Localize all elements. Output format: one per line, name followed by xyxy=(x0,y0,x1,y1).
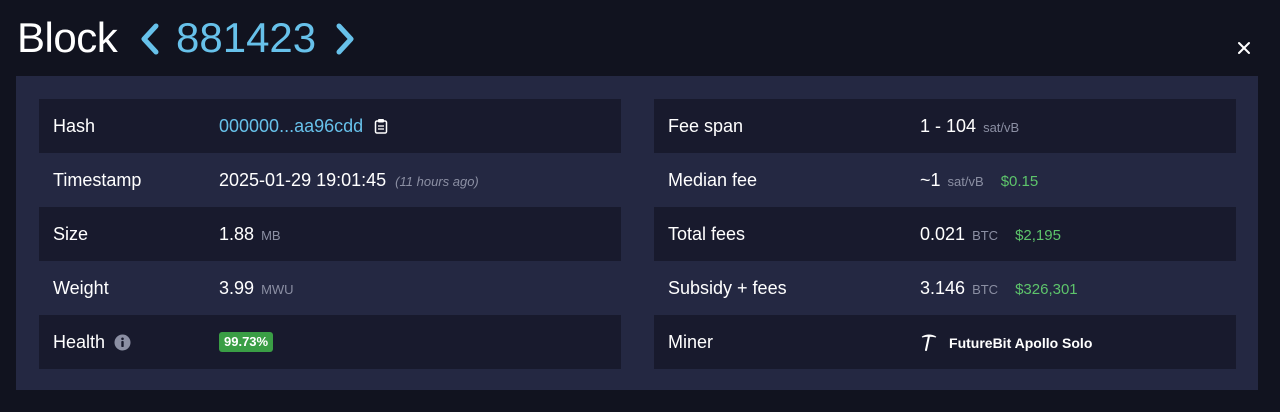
size-value-wrap: 1.88 MB xyxy=(219,207,281,261)
timestamp-label: Timestamp xyxy=(53,170,142,190)
total-fees-unit: BTC xyxy=(972,228,999,243)
subsidy-fees-label: Subsidy + fees xyxy=(668,278,787,298)
total-fees-label: Total fees xyxy=(668,224,746,244)
health-value-wrap: 99.73% xyxy=(219,315,274,369)
timestamp-row: Timestamp 2025-01-29 19:01:45 (11 hours … xyxy=(39,153,621,207)
page-title: Block xyxy=(17,14,118,61)
hash-link[interactable]: 000000...aa96cdd xyxy=(219,116,363,136)
median-fee-usd: $0.15 xyxy=(1000,173,1039,190)
subsidy-fees-usd: $326,301 xyxy=(1015,281,1078,298)
total-fees-usd: $2,195 xyxy=(1015,227,1061,244)
median-fee-label: Median fee xyxy=(668,170,758,190)
size-row: Size 1.88 MB xyxy=(39,207,621,261)
size-unit: MB xyxy=(261,228,281,243)
timestamp-value-wrap: 2025-01-29 19:01:45 (11 hours ago) xyxy=(219,153,479,207)
timestamp-relative: (11 hours ago) xyxy=(395,174,479,189)
miner-row: Miner FutureBit Apollo Solo xyxy=(654,315,1236,369)
weight-unit: MWU xyxy=(261,282,294,297)
chevron-left-icon[interactable] xyxy=(137,22,163,56)
info-icon[interactable] xyxy=(114,334,131,351)
clipboard-icon[interactable] xyxy=(374,118,388,134)
weight-value: 3.99 xyxy=(219,278,255,298)
subsidy-fees-value-wrap: 3.146 BTC $326,301 xyxy=(920,261,1078,315)
median-fee-unit: sat/vB xyxy=(947,174,984,189)
health-row: Health 99.73% xyxy=(39,315,621,369)
health-badge: 99.73% xyxy=(219,332,274,353)
total-fees-value-wrap: 0.021 BTC $2,195 xyxy=(920,207,1061,261)
median-fee-row: Median fee ~1 sat/vB $0.15 xyxy=(654,153,1236,207)
pickaxe-icon xyxy=(921,334,937,351)
size-value: 1.88 xyxy=(219,224,255,244)
subsidy-fees-value: 3.146 xyxy=(920,278,966,298)
fee-span-unit: sat/vB xyxy=(983,120,1020,135)
subsidy-fees-row: Subsidy + fees 3.146 BTC $326,301 xyxy=(654,261,1236,315)
size-label: Size xyxy=(53,224,89,244)
miner-name[interactable]: FutureBit Apollo Solo xyxy=(949,335,1092,351)
total-fees-value: 0.021 xyxy=(920,224,966,244)
subsidy-fees-unit: BTC xyxy=(972,282,999,297)
health-label: Health xyxy=(53,332,106,352)
chevron-right-icon[interactable] xyxy=(332,22,358,56)
details-left-column: Hash 000000...aa96cdd Timestamp 2025-01-… xyxy=(39,99,621,369)
weight-value-wrap: 3.99 MWU xyxy=(219,261,294,315)
fee-span-value-wrap: 1 - 104 sat/vB xyxy=(920,99,1019,153)
fee-span-value: 1 - 104 xyxy=(920,116,977,136)
median-fee-value: ~1 xyxy=(920,170,941,190)
miner-label: Miner xyxy=(668,332,714,352)
timestamp-value: 2025-01-29 19:01:45 xyxy=(219,170,387,190)
weight-label: Weight xyxy=(53,278,109,298)
block-header: Block 881423 xyxy=(0,0,1280,76)
fee-span-label: Fee span xyxy=(668,116,744,136)
weight-row: Weight 3.99 MWU xyxy=(39,261,621,315)
total-fees-row: Total fees 0.021 BTC $2,195 xyxy=(654,207,1236,261)
close-icon[interactable] xyxy=(1234,38,1254,58)
block-number: 881423 xyxy=(176,14,317,61)
miner-value-wrap[interactable]: FutureBit Apollo Solo xyxy=(920,315,1092,369)
block-details-panel: Hash 000000...aa96cdd Timestamp 2025-01-… xyxy=(16,76,1258,390)
hash-value-wrap: 000000...aa96cdd xyxy=(219,99,388,153)
details-right-column: Fee span 1 - 104 sat/vB Median fee ~1 sa… xyxy=(654,99,1236,369)
hash-label: Hash xyxy=(53,116,96,136)
fee-span-row: Fee span 1 - 104 sat/vB xyxy=(654,99,1236,153)
hash-row: Hash 000000...aa96cdd xyxy=(39,99,621,153)
median-fee-value-wrap: ~1 sat/vB $0.15 xyxy=(920,153,1038,207)
